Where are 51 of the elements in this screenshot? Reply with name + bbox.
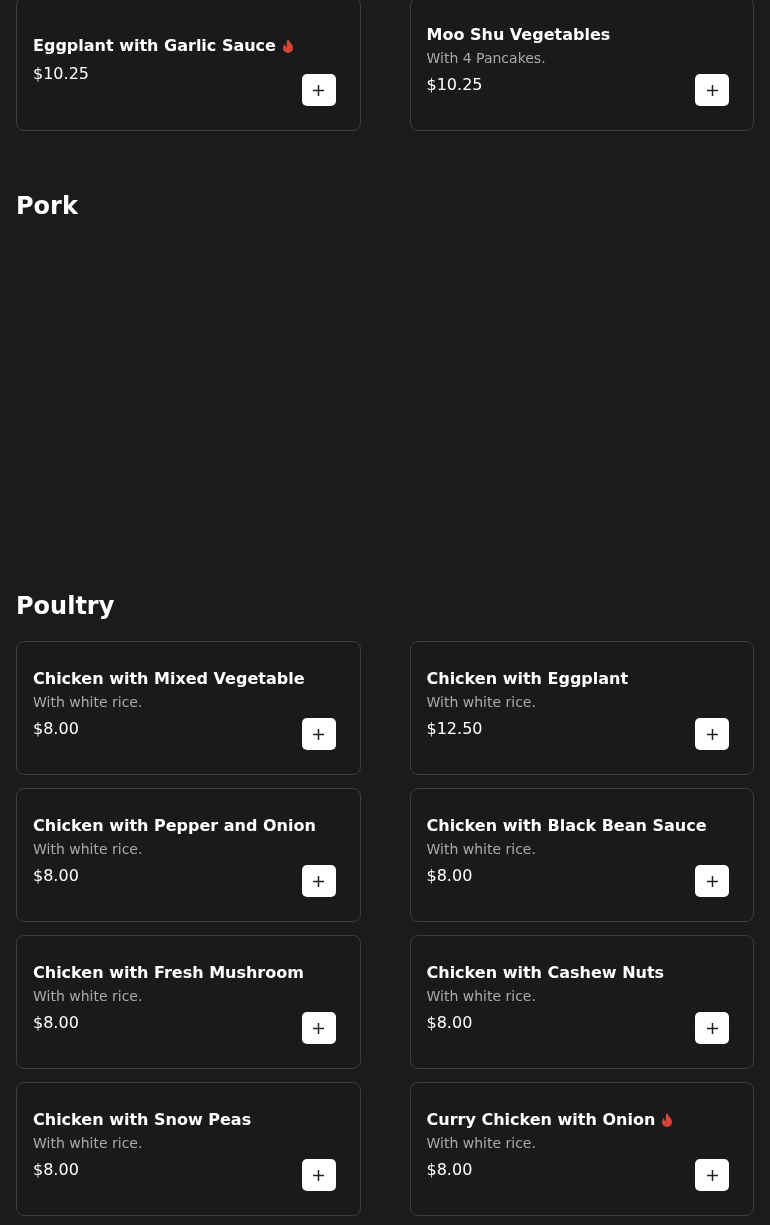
plus-icon <box>313 84 324 96</box>
item-description: With white rice. <box>33 693 143 712</box>
item-name: Chicken with Eggplant <box>426 668 629 690</box>
plus-icon <box>706 875 718 887</box>
plus-icon <box>313 1022 324 1034</box>
add-button[interactable] <box>301 1012 336 1044</box>
add-button[interactable] <box>695 1159 729 1191</box>
add-button[interactable] <box>695 718 729 750</box>
item-name: Chicken with Mixed Vegetable <box>33 668 305 690</box>
item-description: With white rice. <box>33 840 143 859</box>
plus-icon <box>706 728 718 740</box>
add-button[interactable] <box>301 718 336 750</box>
plus-icon <box>313 728 324 740</box>
item-description: With white rice. <box>33 1134 143 1153</box>
item-description: With white rice. <box>426 840 536 859</box>
item-price: $8.00 <box>33 1159 79 1181</box>
item-price: $8.00 <box>426 1012 473 1034</box>
item-description: With white rice. <box>33 987 143 1006</box>
item-name: Chicken with Fresh Mushroom <box>33 962 304 984</box>
item-name: Chicken with Black Bean Sauce <box>426 815 707 837</box>
item-price: $8.00 <box>33 1012 79 1034</box>
item-name: Chicken with Snow Peas <box>33 1109 252 1131</box>
item-name: Chicken with Cashew Nuts <box>426 962 665 984</box>
add-button[interactable] <box>695 1012 729 1044</box>
item-price: $12.50 <box>426 718 483 740</box>
item-description: With white rice. <box>426 693 536 712</box>
add-button[interactable] <box>301 1159 336 1191</box>
section-heading: Pork <box>16 191 79 222</box>
item-price: $8.00 <box>426 1159 473 1181</box>
plus-icon <box>706 1169 718 1181</box>
add-button[interactable] <box>301 74 336 106</box>
plus-icon <box>313 875 324 887</box>
item-description: With white rice. <box>426 1134 536 1153</box>
section-heading: Poultry <box>16 591 116 622</box>
plus-icon <box>706 84 718 96</box>
plus-icon <box>313 1169 324 1181</box>
item-price: $10.25 <box>426 74 483 96</box>
plus-icon <box>706 1022 718 1034</box>
add-button[interactable] <box>695 74 729 106</box>
item-price: $8.00 <box>33 865 79 887</box>
item-price: $10.25 <box>33 63 89 85</box>
item-price: $8.00 <box>33 718 79 740</box>
item-price: $8.00 <box>426 865 473 887</box>
item-name: Chicken with Pepper and Onion <box>33 815 316 837</box>
add-button[interactable] <box>695 865 729 897</box>
item-name: Curry Chicken with Onion <box>426 1109 656 1131</box>
item-name: Eggplant with Garlic Sauce <box>33 35 276 57</box>
item-name: Moo Shu Vegetables <box>426 24 611 46</box>
add-button[interactable] <box>301 865 336 897</box>
item-description: With white rice. <box>426 987 536 1006</box>
item-description: With 4 Pancakes. <box>426 49 546 68</box>
